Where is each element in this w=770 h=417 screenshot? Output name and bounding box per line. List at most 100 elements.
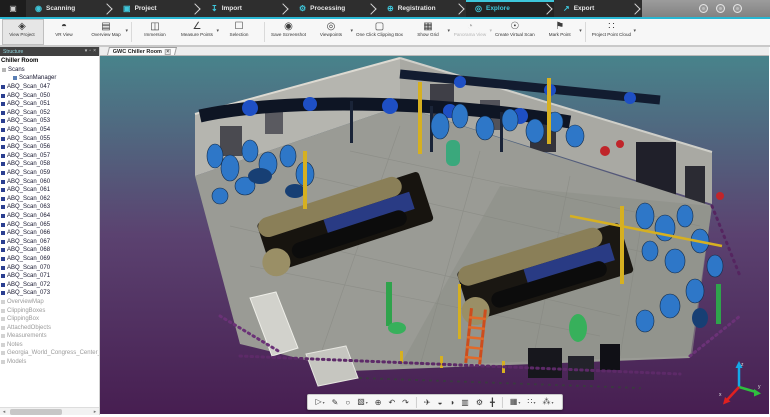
tab-project[interactable]: ▣ Project xyxy=(114,0,202,17)
tab-registration[interactable]: ⊕ Registration xyxy=(378,0,466,17)
tab-export[interactable]: ↗ Export xyxy=(554,0,642,17)
tree-item[interactable]: ABQ_Scan_059 xyxy=(1,169,99,178)
tree-item[interactable]: Models xyxy=(1,358,99,367)
tree-item[interactable]: ABQ_Scan_063 xyxy=(1,203,99,212)
tree-item[interactable]: Chiller Room xyxy=(0,57,99,66)
vr-mode-tool[interactable]: ◒▾ xyxy=(438,398,443,407)
tree-item[interactable]: Measurements xyxy=(1,332,99,341)
panel-close-icon[interactable]: × xyxy=(93,49,96,54)
camera-icon: ◉ xyxy=(284,21,293,32)
titlebar-circle-icon[interactable] xyxy=(699,4,708,13)
settings-tool[interactable]: ⚙▾ xyxy=(476,398,483,407)
fly-tool[interactable]: ✈▾ xyxy=(424,398,431,407)
viewport-tab-gwc-chiller-room[interactable]: GWC Chiller Room × xyxy=(107,47,177,55)
tree-item[interactable]: ABQ_Scan_066 xyxy=(1,229,99,238)
rotate-ccw-tool[interactable]: ↶▾ xyxy=(388,398,395,407)
point-size-tool[interactable]: ∷▾ xyxy=(527,397,535,406)
tree-item[interactable]: ABQ_Scan_069 xyxy=(1,255,99,264)
tree-item[interactable]: ClippingBoxes xyxy=(1,306,99,315)
measure-points-button[interactable]: ∠ Measure Points ▾ xyxy=(177,19,219,45)
show-grid-button[interactable]: ▦ Show Grid ▾ xyxy=(408,19,450,45)
scrollbar-thumb[interactable] xyxy=(10,409,62,415)
zoom-tool[interactable]: ○▾ xyxy=(345,398,350,407)
chevron-down-icon[interactable]: ▾ xyxy=(579,28,582,34)
project-point-cloud-button[interactable]: ∷ Project Point Cloud ▾ xyxy=(589,19,636,45)
navbar-divider[interactable]: ▾ xyxy=(502,397,503,408)
close-icon[interactable]: × xyxy=(165,49,171,55)
titlebar-circle-icon[interactable] xyxy=(716,4,725,13)
tree-item[interactable]: ABQ_Scan_051 xyxy=(1,100,99,109)
tab-processing[interactable]: ⚙ Processing xyxy=(290,0,378,17)
tree-item[interactable]: ABQ_Scan_060 xyxy=(1,177,99,186)
tree-item[interactable]: ABQ_Scan_055 xyxy=(1,134,99,143)
tree-item[interactable]: ABQ_Scan_050 xyxy=(1,91,99,100)
tree-item[interactable]: ABQ_Scan_073 xyxy=(1,289,99,298)
tree-item[interactable]: ABQ_Scan_068 xyxy=(1,246,99,255)
render-options-tool[interactable]: ⁂▾ xyxy=(543,397,554,406)
tree-item[interactable]: ABQ_Scan_067 xyxy=(1,237,99,246)
toolbar-divider[interactable]: ▾ xyxy=(264,22,265,42)
panel-pin-icon[interactable]: ▫ xyxy=(89,49,91,54)
tree-item-label: ABQ_Scan_061 xyxy=(7,187,50,193)
tree-item[interactable]: Georgia_World_Congress_Center_Chiller_Ro… xyxy=(1,349,99,358)
tree-item[interactable]: ABQ_Scan_053 xyxy=(1,117,99,126)
vr-view-button[interactable]: ◓ VR View ▾ xyxy=(44,19,86,45)
tree-item[interactable]: ABQ_Scan_072 xyxy=(1,280,99,289)
tree-item[interactable]: ABQ_Scan_056 xyxy=(1,143,99,152)
fullscreen-tool[interactable]: ╋▾ xyxy=(490,398,495,407)
tab-explore[interactable]: ◎ Explore xyxy=(466,0,554,17)
panorama-view-button[interactable]: ◔ Panorama View ▾ xyxy=(450,19,492,45)
navbar-divider[interactable]: ▾ xyxy=(416,397,417,408)
view-project-button[interactable]: ◈ View Project ▾ xyxy=(2,19,44,45)
chevron-down-icon[interactable]: ▾ xyxy=(634,28,637,34)
tab-import[interactable]: ↧ Import xyxy=(202,0,290,17)
pan-tool[interactable]: ⊕▾ xyxy=(375,398,382,407)
immersion-button[interactable]: ◫ Immersion ▾ xyxy=(135,19,177,45)
tree-item[interactable]: ABQ_Scan_061 xyxy=(1,186,99,195)
tree-item[interactable]: ABQ_Scan_047 xyxy=(1,83,99,92)
draw-tool[interactable]: ✎▾ xyxy=(332,398,339,407)
orbit-tool[interactable]: ▧▾ xyxy=(357,397,368,406)
tree-item[interactable]: ABQ_Scan_057 xyxy=(1,152,99,161)
toolbar-divider[interactable]: ▾ xyxy=(585,22,586,42)
app-menu-button[interactable]: ▣ xyxy=(0,0,26,17)
save-screenshot-button[interactable]: ◉ Save Screenshot ▾ xyxy=(268,19,311,45)
tree-item[interactable]: ScanManager xyxy=(13,74,99,83)
selection-button[interactable]: ☐ Selection ▾ xyxy=(219,19,261,45)
panel-dropdown-icon[interactable]: ▾ xyxy=(85,49,88,54)
tree-item[interactable]: ABQ_Scan_065 xyxy=(1,220,99,229)
tree-item[interactable]: ABQ_Scan_058 xyxy=(1,160,99,169)
tree-item[interactable]: ABQ_Scan_054 xyxy=(1,126,99,135)
tree-item-icon xyxy=(13,76,17,80)
structure-view-tool[interactable]: ▥▾ xyxy=(461,398,469,407)
horizontal-scrollbar[interactable]: ◂ ▸ xyxy=(0,407,99,415)
tree-item[interactable]: ABQ_Scan_071 xyxy=(1,272,99,281)
mark-point-button[interactable]: ⚑ Mark Point ▾ xyxy=(540,19,582,45)
tree-item[interactable]: ABQ_Scan_052 xyxy=(1,109,99,118)
tree-item[interactable]: ABQ_Scan_070 xyxy=(1,263,99,272)
tree-item[interactable]: ClippingBox xyxy=(1,315,99,324)
tree-item[interactable]: OverviewMap xyxy=(1,298,99,307)
tree-item[interactable]: Scans xyxy=(2,66,99,75)
overview-map-button[interactable]: ▤ Overview Map ▾ xyxy=(86,19,128,45)
scrollbar-track[interactable] xyxy=(8,409,91,415)
tree-item[interactable]: ABQ_Scan_062 xyxy=(1,195,99,204)
scroll-left-icon[interactable]: ◂ xyxy=(0,409,8,415)
axis-gizmo[interactable]: z y x xyxy=(715,357,763,409)
toolbar-divider[interactable]: ▾ xyxy=(131,22,132,42)
select-tool[interactable]: ▷▾ xyxy=(315,397,324,406)
create-virtual-scan-button[interactable]: ☉ Create Virtual Scan ▾ xyxy=(492,19,540,45)
tab-scanning[interactable]: ◉ Scanning xyxy=(26,0,114,17)
one-click-clipping-box-button[interactable]: ▢ One Click Clipping Box ▾ xyxy=(353,19,408,45)
point-cloud-scene[interactable] xyxy=(100,56,769,414)
titlebar-circle-icon[interactable] xyxy=(733,4,742,13)
scroll-right-icon[interactable]: ▸ xyxy=(91,409,99,415)
tree-item[interactable]: ABQ_Scan_064 xyxy=(1,212,99,221)
tree-item[interactable]: AttachedObjects xyxy=(1,323,99,332)
viewpoints-button[interactable]: ◎ Viewpoints ▾ xyxy=(311,19,353,45)
contrast-tool[interactable]: ◑▾ xyxy=(449,398,454,407)
rotate-cw-tool[interactable]: ↷▾ xyxy=(402,398,409,407)
tree-item[interactable]: Notes xyxy=(1,341,99,350)
grid-view-tool[interactable]: ▦▾ xyxy=(510,397,521,406)
chevron-down-icon[interactable]: ▾ xyxy=(125,28,128,34)
